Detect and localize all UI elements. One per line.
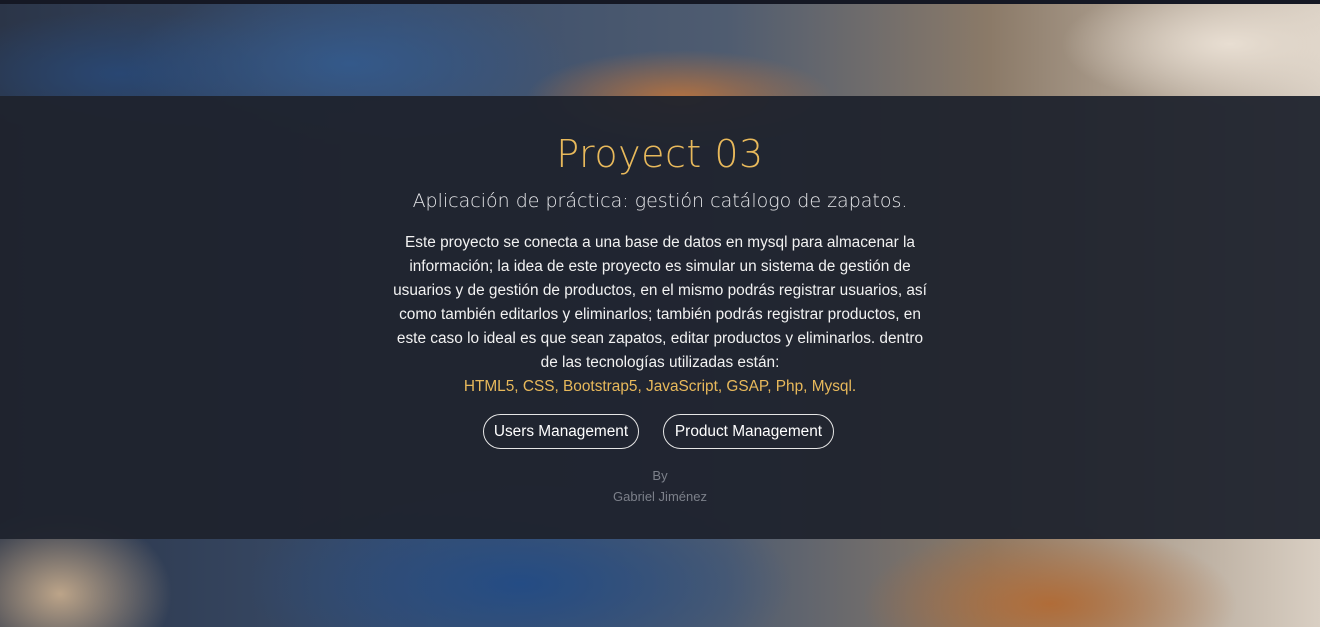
hero-panel: Proyect 03 Aplicación de práctica: gesti… — [0, 96, 1320, 539]
users-management-button[interactable]: Users Management — [483, 414, 639, 449]
project-subtitle: Aplicación de práctica: gestión catálogo… — [412, 190, 908, 212]
project-title: Proyect 03 — [556, 132, 764, 176]
product-management-button[interactable]: Product Management — [663, 414, 834, 449]
technologies-list: HTML5, CSS, Bootstrap5, JavaScript, GSAP… — [463, 378, 857, 395]
project-description: Este proyecto se conecta a una base de d… — [393, 234, 927, 371]
author-name: Gabriel Jiménez — [613, 489, 707, 504]
by-label: By — [652, 468, 668, 483]
